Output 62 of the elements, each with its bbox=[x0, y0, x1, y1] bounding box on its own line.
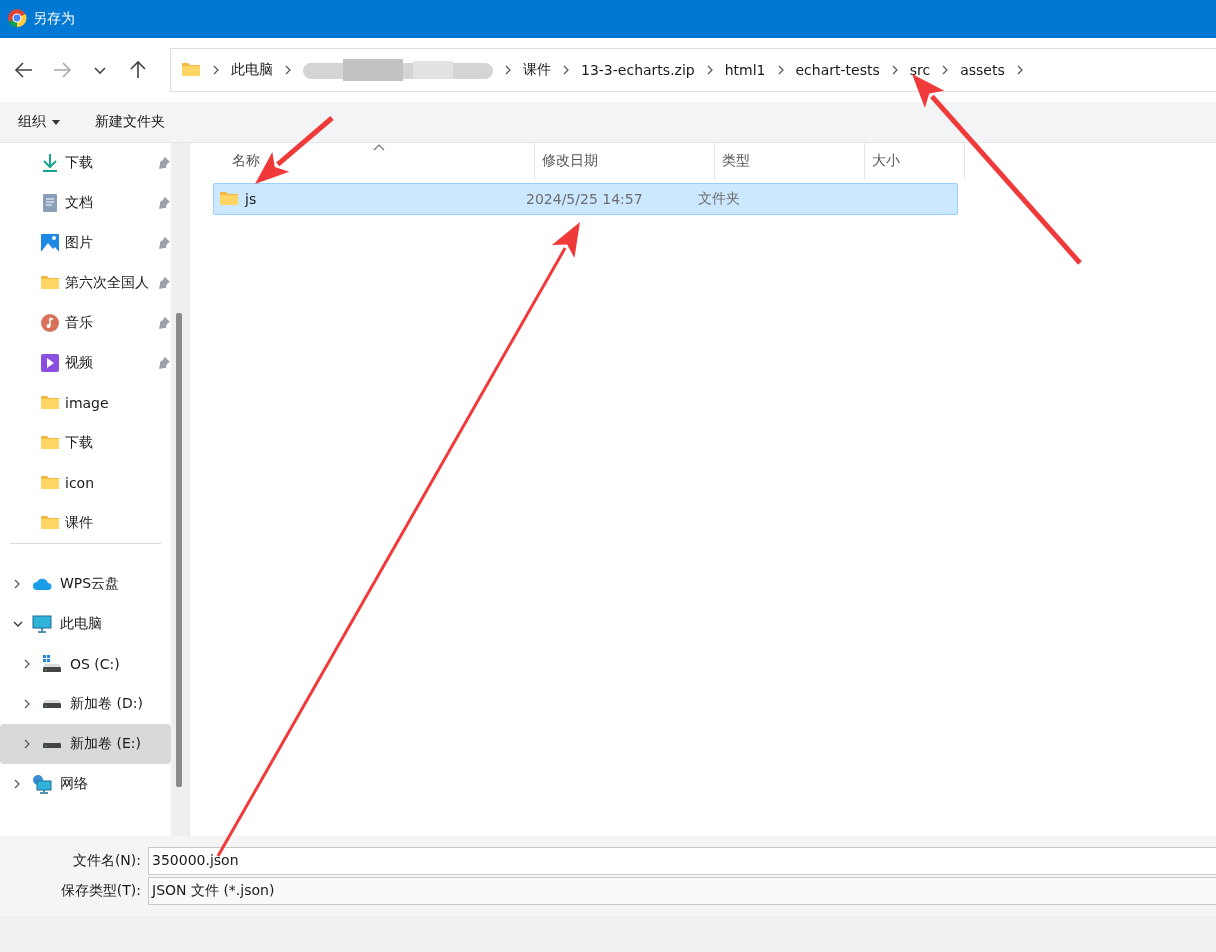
breadcrumb-item[interactable]: 此电脑 bbox=[231, 61, 273, 79]
table-cell: 文件夹 bbox=[698, 190, 740, 208]
pin-icon bbox=[157, 356, 171, 370]
sidebar-item[interactable]: 下载 bbox=[0, 423, 171, 463]
tree-item[interactable]: OS (C:) bbox=[0, 644, 171, 684]
organize-button[interactable]: 组织 bbox=[10, 109, 69, 135]
column-header[interactable]: 大小 bbox=[865, 143, 965, 179]
caret-icon bbox=[51, 118, 61, 126]
column-header[interactable]: 修改日期 bbox=[535, 143, 715, 179]
field-label: 文件名(N): bbox=[71, 852, 142, 870]
tree-item[interactable]: 新加卷 (E:) bbox=[0, 724, 171, 764]
download-icon bbox=[40, 153, 60, 173]
breadcrumb-item[interactable]: html1 bbox=[724, 62, 766, 78]
pin-icon bbox=[157, 196, 171, 210]
sidebar-item[interactable]: 下载 bbox=[0, 143, 171, 183]
picture-icon bbox=[40, 233, 60, 253]
breadcrumb-item[interactable]: 13-3-echarts.zip bbox=[581, 62, 695, 78]
sidebar-item[interactable]: image bbox=[0, 383, 171, 423]
file-name-field[interactable]: 350000.json bbox=[148, 847, 1216, 875]
music-icon bbox=[40, 313, 60, 333]
new-folder-button[interactable]: 新建文件夹 bbox=[87, 109, 173, 135]
breadcrumb-item[interactable]: echart-tests bbox=[795, 62, 880, 78]
breadcrumb-item[interactable]: assets bbox=[960, 62, 1005, 78]
chevron-right-icon bbox=[211, 64, 221, 76]
file-name: js bbox=[245, 191, 257, 207]
drive-icon bbox=[42, 700, 62, 708]
sidebar-item[interactable]: icon bbox=[0, 463, 171, 503]
breadcrumb-item[interactable]: src bbox=[909, 62, 931, 78]
pin-icon bbox=[157, 156, 171, 170]
drive-icon bbox=[42, 654, 62, 674]
sidebar-item[interactable]: 文档 bbox=[0, 183, 171, 223]
sidebar-item[interactable]: 图片 bbox=[0, 223, 171, 263]
tree-item[interactable]: 网络 bbox=[0, 764, 171, 804]
breadcrumb-item[interactable]: 课件 bbox=[523, 61, 551, 79]
browser-logo-icon bbox=[7, 7, 27, 28]
monitor-icon bbox=[32, 614, 52, 634]
tree-item[interactable]: 此电脑 bbox=[0, 604, 171, 644]
pin-icon bbox=[157, 276, 171, 290]
network-icon bbox=[32, 774, 52, 794]
window-title: 另存为 bbox=[33, 10, 75, 28]
file-row[interactable]: js 2024/5/25 14:57 文件夹 bbox=[213, 183, 958, 215]
pin-icon bbox=[157, 316, 171, 330]
column-header[interactable]: 类型 bbox=[715, 143, 865, 179]
scrollbar-thumb[interactable] bbox=[176, 313, 182, 787]
video-icon bbox=[40, 353, 60, 373]
tree-item[interactable]: 新加卷 (D:) bbox=[0, 684, 171, 724]
table-cell-text: 2024/5/25 14:57 bbox=[526, 191, 644, 207]
save-type-dropdown[interactable]: JSON 文件 (*.json) bbox=[148, 877, 1216, 905]
pin-icon bbox=[157, 236, 171, 250]
document-icon bbox=[40, 193, 60, 213]
chevron-right-icon bbox=[561, 64, 571, 76]
address-bar[interactable]: 此电脑 课件 13-3-echarts.zip html1 echart-tests src assets bbox=[170, 48, 1216, 92]
chevron-right-icon bbox=[503, 64, 513, 76]
field-label: 保存类型(T): bbox=[59, 882, 142, 900]
sidebar-item[interactable]: 第六次全国人 bbox=[0, 263, 171, 303]
drive-icon bbox=[42, 740, 62, 748]
sidebar-item[interactable]: 音乐 bbox=[0, 303, 171, 343]
chevron-right-icon bbox=[283, 64, 293, 76]
scrollbar[interactable] bbox=[171, 143, 189, 836]
sidebar-item[interactable]: 课件 bbox=[0, 503, 171, 543]
tree-item[interactable]: WPS云盘 bbox=[0, 564, 171, 604]
sidebar-item[interactable]: 视频 bbox=[0, 343, 171, 383]
